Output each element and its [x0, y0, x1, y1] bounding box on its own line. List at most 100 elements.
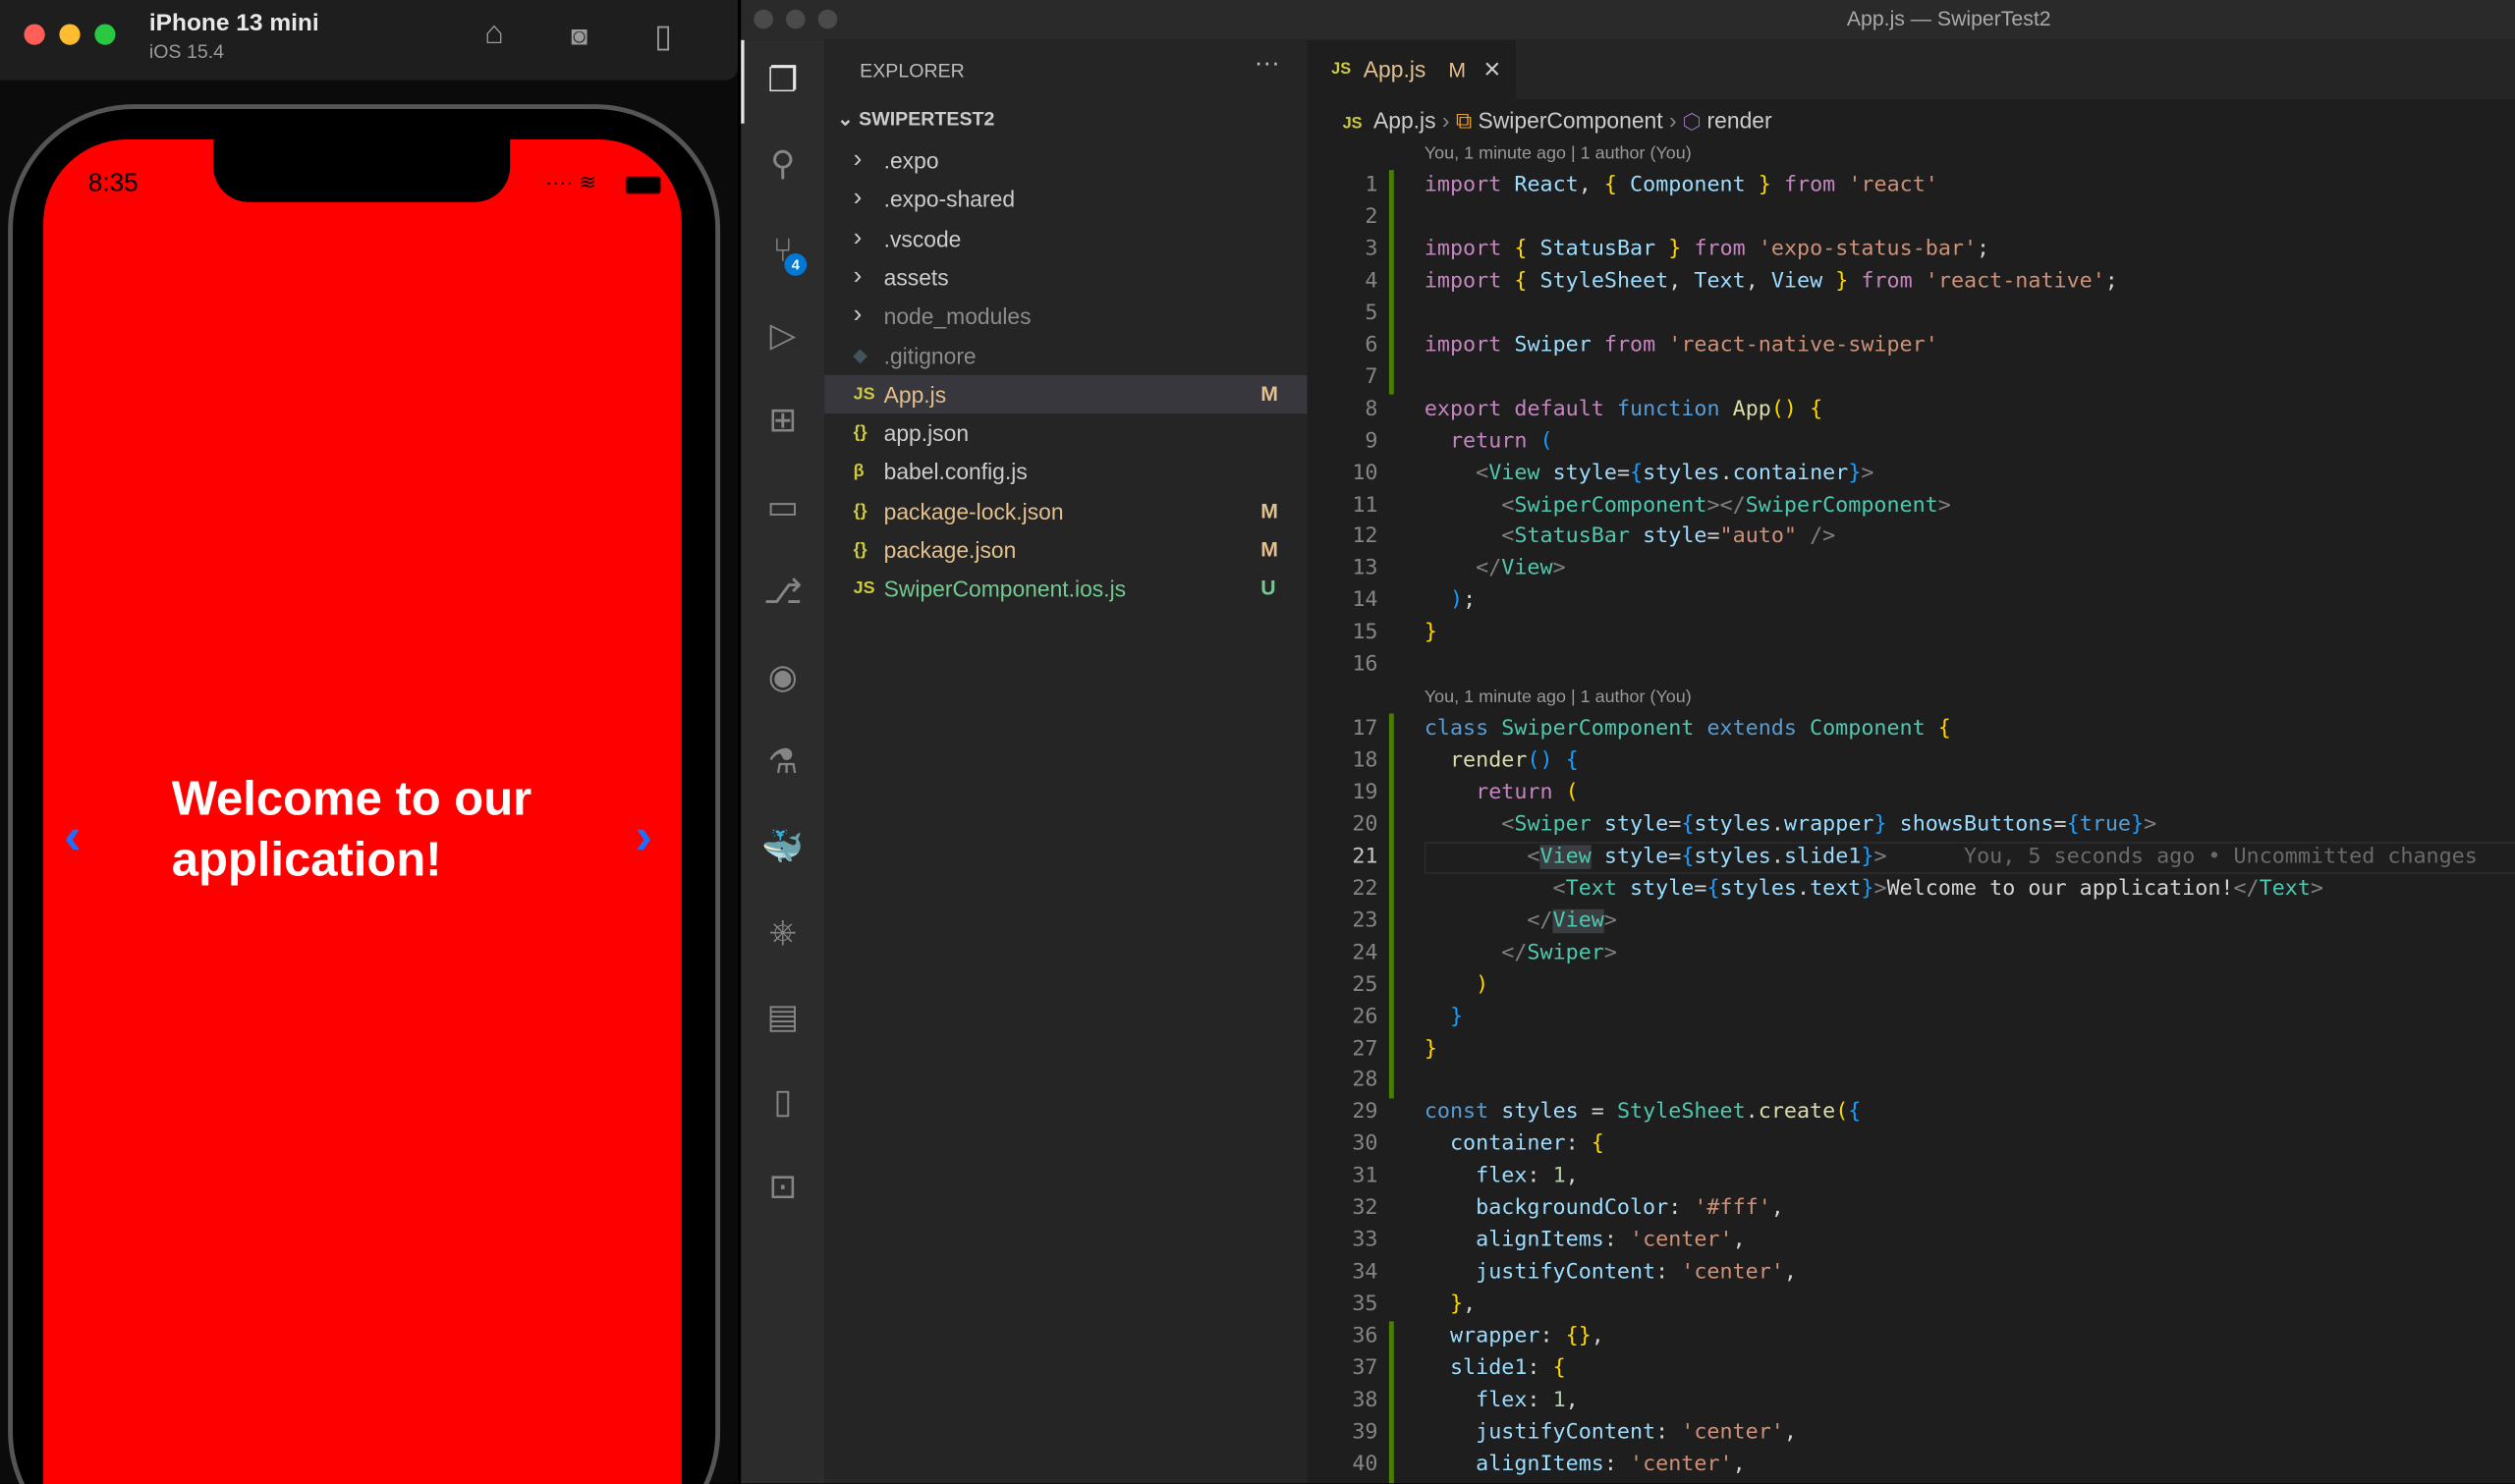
breadcrumb-class[interactable]: SwiperComponent — [1479, 107, 1663, 133]
project-folder[interactable]: ⌄ SWIPERTEST2 — [837, 107, 994, 130]
search-icon[interactable]: ⚲ — [760, 142, 806, 188]
file-item[interactable]: {} app.json — [824, 413, 1307, 452]
screenshot-icon[interactable]: ◙ — [571, 21, 587, 53]
code-token: App — [1732, 397, 1771, 421]
code-line: import Swiper from 'react-native-swiper' — [1425, 330, 1938, 362]
code-token: { — [1591, 1132, 1604, 1157]
code-token: < — [1476, 461, 1489, 485]
code-token: </ — [2233, 876, 2260, 902]
code-line: </Swiper> — [1425, 938, 1617, 970]
code-line: import { StatusBar } from 'expo-status-b… — [1425, 234, 1989, 266]
folder-item[interactable]: › .expo-shared — [824, 180, 1307, 218]
code-line: const styles = StyleSheet.create({ — [1425, 1097, 1862, 1129]
code-token: > — [1873, 845, 1887, 869]
zoom-window-button[interactable] — [94, 24, 116, 45]
bookmarks-icon[interactable]: ▯ — [760, 1080, 806, 1126]
code-line: justifyContent: 'center', — [1425, 1257, 1797, 1290]
code-token: wrapper — [1783, 812, 1874, 838]
code-token: function — [1616, 397, 1720, 421]
code-token: { — [1706, 876, 1720, 902]
code-token: flex — [1476, 1164, 1528, 1189]
code-token: . — [1745, 1100, 1759, 1126]
code-token: </ — [1476, 557, 1502, 581]
line-number: 14 — [1352, 588, 1378, 614]
code-token: style — [1643, 524, 1707, 550]
code-token: { — [1603, 173, 1617, 197]
code-token: = — [1578, 1100, 1617, 1126]
code-token: , — [1591, 1324, 1604, 1349]
code-token: extends — [1706, 716, 1797, 742]
code-token: } — [1449, 1004, 1464, 1029]
git-status-badge: M — [1260, 498, 1279, 522]
code-line: <StatusBar style="auto" /> — [1425, 522, 1835, 554]
kubernetes-icon[interactable]: ⎈ — [760, 910, 806, 956]
code-token: create — [1758, 1100, 1836, 1126]
code-token: . — [1770, 845, 1784, 869]
code-token: View — [1501, 557, 1553, 581]
folder-item[interactable]: › assets — [824, 258, 1307, 297]
code-line: wrapper: {}, — [1425, 1321, 1604, 1353]
code-token: render — [1449, 748, 1528, 773]
code-token: () — [1527, 748, 1553, 773]
extensions-icon[interactable]: ⊞ — [760, 400, 806, 445]
github-icon[interactable]: ◉ — [760, 656, 806, 701]
codelens-authors[interactable]: You, 1 minute ago | 1 author (You) — [1425, 144, 1692, 164]
file-item[interactable]: JS App.js M — [824, 374, 1308, 413]
code-token: > — [2310, 876, 2324, 902]
tab-label: App.js — [1363, 56, 1426, 82]
code-token: style — [1630, 876, 1695, 902]
code-token: default — [1514, 397, 1604, 421]
explorer-icon[interactable]: ❐ — [760, 59, 806, 104]
swiper-prev-button[interactable]: ‹ — [64, 806, 81, 865]
close-window-button[interactable] — [24, 24, 45, 45]
more-actions-button[interactable]: ··· — [1255, 50, 1280, 79]
code-token: { — [1565, 748, 1579, 773]
minimize-window-button[interactable] — [59, 24, 81, 45]
codelens-authors[interactable]: You, 1 minute ago | 1 author (You) — [1425, 687, 1692, 707]
code-line: <Text style={styles.text}>Welcome to our… — [1425, 873, 2323, 906]
code-token: } — [1861, 845, 1874, 869]
code-token: backgroundColor — [1476, 1196, 1669, 1221]
folder-item[interactable]: › .vscode — [824, 219, 1307, 257]
testing-icon[interactable]: ⚗ — [760, 741, 806, 786]
swiper-next-button[interactable]: › — [636, 806, 652, 865]
close-tab-button[interactable]: × — [1483, 40, 1500, 99]
git-graph-icon[interactable]: ⎇ — [760, 571, 806, 616]
code-token: Swiper — [1514, 812, 1592, 838]
folder-item[interactable]: › node_modules — [824, 297, 1307, 335]
line-number: 29 — [1352, 1100, 1378, 1126]
file-item[interactable]: JS SwiperComponent.ios.js U — [824, 570, 1307, 608]
run-debug-icon[interactable]: ▷ — [760, 314, 806, 359]
file-item[interactable]: β babel.config.js — [824, 453, 1307, 491]
file-name: package.json — [883, 536, 1017, 564]
breadcrumb-file[interactable]: App.js — [1373, 107, 1436, 133]
git-status-badge: M — [1260, 536, 1279, 562]
line-number: 35 — [1352, 1292, 1378, 1317]
tab-app-js[interactable]: JS App.js M × — [1307, 39, 1516, 100]
breadcrumb-method[interactable]: render — [1707, 107, 1772, 133]
active-indicator — [741, 39, 745, 124]
remote-explorer-icon[interactable]: ▭ — [760, 486, 806, 531]
code-token: "auto" — [1719, 524, 1798, 550]
terminal-icon[interactable]: ⊡ — [760, 1166, 806, 1211]
home-icon[interactable]: ⌂ — [484, 16, 504, 53]
file-item[interactable]: ◆ .gitignore — [824, 336, 1307, 374]
file-item[interactable]: {} package-lock.json M — [824, 492, 1307, 530]
folder-item[interactable]: › .expo — [824, 141, 1307, 180]
code-token: ) — [1449, 588, 1464, 614]
line-number: 21 — [1352, 845, 1378, 869]
docker-icon[interactable]: 🐳 — [760, 826, 806, 871]
rotate-icon[interactable]: ▯ — [654, 16, 672, 56]
code-token: from — [1861, 269, 1913, 294]
js-file-icon: JS — [1331, 61, 1352, 80]
git-status-badge: U — [1260, 576, 1276, 601]
panels-icon[interactable]: ▤ — [760, 996, 806, 1041]
file-item[interactable]: {} package.json M — [824, 530, 1307, 569]
code-token: = — [1668, 812, 1682, 838]
